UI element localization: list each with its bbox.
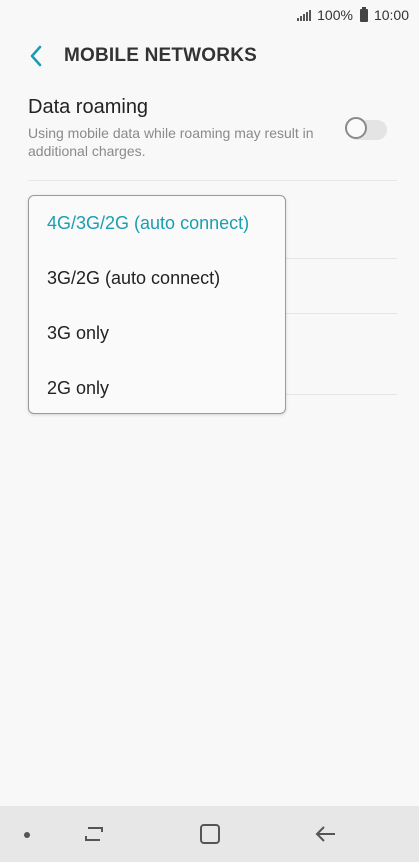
navigation-bar xyxy=(0,806,419,862)
data-roaming-row[interactable]: Data roaming Using mobile data while roa… xyxy=(28,96,397,181)
network-mode-option-4g-3g-2g[interactable]: 4G/3G/2G (auto connect) xyxy=(29,196,285,251)
signal-icon xyxy=(297,9,312,21)
recent-apps-button[interactable] xyxy=(80,820,108,848)
back-button[interactable] xyxy=(16,36,56,76)
toggle-knob xyxy=(345,117,367,139)
network-mode-option-2g-only[interactable]: 2G only xyxy=(29,361,285,416)
data-roaming-toggle[interactable] xyxy=(345,117,387,140)
dot-icon xyxy=(24,832,30,838)
network-mode-option-3g-2g[interactable]: 3G/2G (auto connect) xyxy=(29,251,285,306)
battery-icon xyxy=(359,6,368,22)
home-button[interactable] xyxy=(196,820,224,848)
header: MOBILE NETWORKS xyxy=(0,36,419,76)
battery-percent: 100% xyxy=(317,7,353,23)
network-mode-option-3g-only[interactable]: 3G only xyxy=(29,306,285,361)
home-icon xyxy=(200,824,220,844)
chevron-left-icon xyxy=(30,45,42,67)
status-bar: 100% 10:00 xyxy=(0,0,419,30)
data-roaming-title: Data roaming xyxy=(28,96,149,118)
nav-back-button[interactable] xyxy=(312,820,340,848)
clock: 10:00 xyxy=(373,7,409,23)
data-roaming-subtitle: Using mobile data while roaming may resu… xyxy=(28,125,314,159)
recent-apps-icon xyxy=(85,827,103,841)
back-arrow-icon xyxy=(315,826,335,842)
page-title: MOBILE NETWORKS xyxy=(64,45,257,66)
network-mode-dropdown: 4G/3G/2G (auto connect) 3G/2G (auto conn… xyxy=(28,195,286,414)
